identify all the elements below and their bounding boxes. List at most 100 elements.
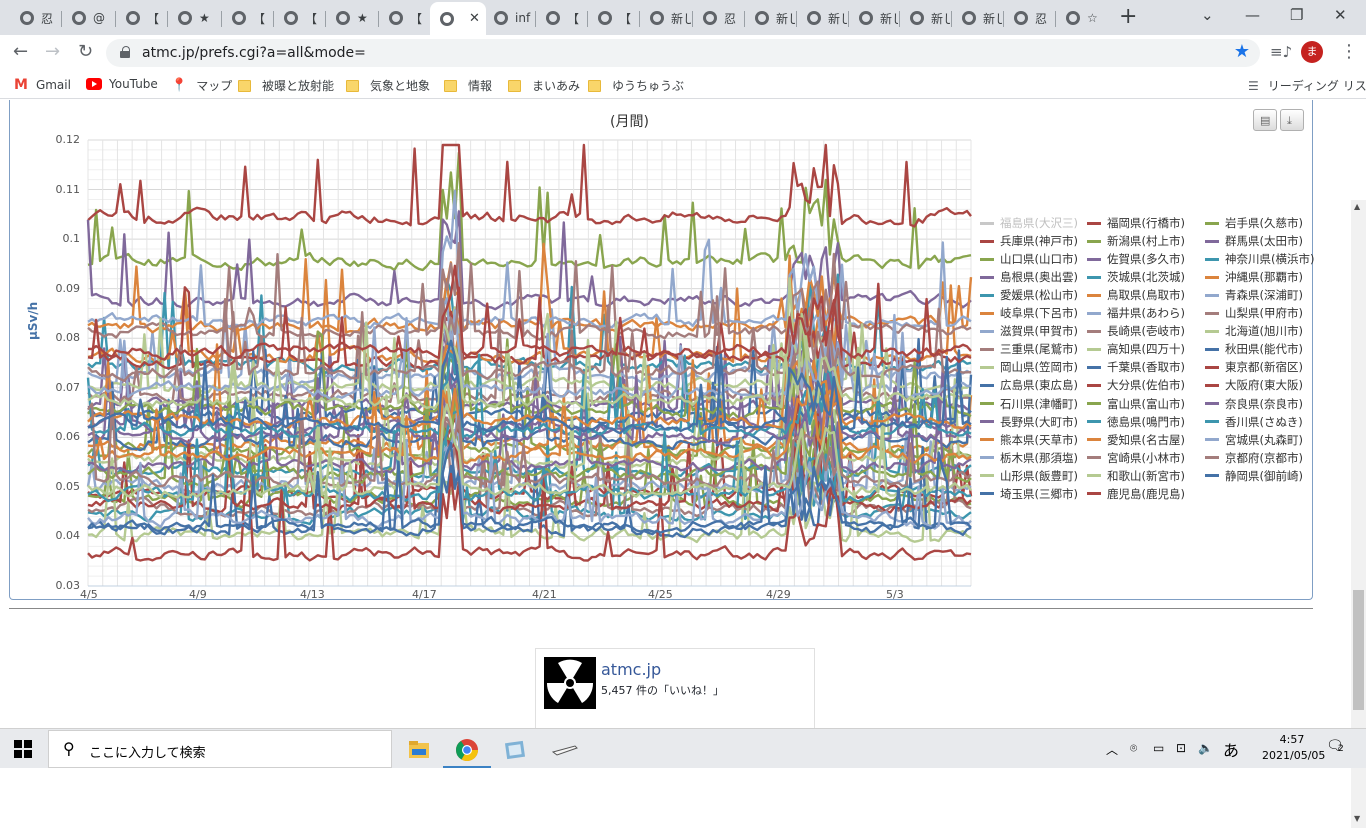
forward-button[interactable]: → — [45, 41, 60, 63]
legend-item[interactable]: 岡山県(笠岡市) — [980, 358, 1078, 376]
legend-item[interactable]: 山口県(山口市) — [980, 250, 1078, 268]
legend-item[interactable]: 山梨県(甲府市) — [1205, 304, 1303, 322]
taskbar-search[interactable]: ⚲ ここに入力して検索 — [48, 730, 392, 768]
legend-item[interactable]: 長野県(大町市) — [980, 413, 1078, 431]
bookmark-maps[interactable]: 📍 マップ — [171, 77, 232, 94]
legend-item[interactable]: 栃木県(那須塩) — [980, 449, 1078, 467]
legend-item[interactable]: 宮崎県(小林市) — [1087, 449, 1185, 467]
browser-tab[interactable]: 新しい — [952, 4, 1002, 32]
facebook-page-widget[interactable]: atmc.jp 5,457 件の「いいね！」 — [535, 648, 815, 728]
browser-tab[interactable]: 【 — [274, 4, 324, 32]
maximize-button[interactable]: ❐ — [1290, 6, 1303, 24]
scroll-down-arrow[interactable]: ▼ — [1354, 814, 1360, 823]
minimize-button[interactable]: — — [1245, 6, 1260, 24]
battery-icon[interactable]: ▭ — [1153, 741, 1164, 755]
profile-avatar[interactable]: ま — [1301, 41, 1323, 63]
legend-item[interactable]: 宮城県(丸森町) — [1205, 431, 1303, 449]
bookmark-folder-kisho[interactable]: 気象と地象 — [346, 77, 430, 94]
legend-item[interactable]: 福岡県(行橋市) — [1087, 214, 1185, 232]
network-icon[interactable]: ⊡ — [1176, 741, 1186, 755]
legend-item[interactable]: 群馬県(太田市) — [1205, 232, 1303, 250]
bookmark-folder-maiami[interactable]: まいあみ — [508, 77, 580, 94]
notepad-app[interactable] — [491, 734, 539, 768]
browser-tab[interactable]: inf — [484, 4, 534, 32]
legend-item[interactable]: 福井県(あわら) — [1087, 304, 1185, 322]
legend-item[interactable]: 神奈川県(横浜市) — [1205, 250, 1314, 268]
legend-item[interactable]: 大分県(佐伯市) — [1087, 376, 1185, 394]
browser-tab[interactable]: 【 — [116, 4, 166, 32]
legend-item[interactable]: 千葉県(香取市) — [1087, 358, 1185, 376]
legend-item[interactable]: 三重県(尾鷲市) — [980, 340, 1078, 358]
print-chart-button[interactable]: ▤ — [1253, 109, 1277, 131]
legend-item[interactable]: 徳島県(鳴門市) — [1087, 413, 1185, 431]
fb-page-name[interactable]: atmc.jp — [601, 660, 661, 679]
taskbar-clock[interactable]: 4:57 2021/05/05 — [1262, 732, 1325, 764]
scroll-thumb[interactable] — [1353, 590, 1364, 710]
legend-item[interactable]: 秋田県(能代市) — [1205, 340, 1303, 358]
bookmark-folder-youtube[interactable]: ゆうちゅうぶ — [588, 77, 684, 94]
legend-item[interactable]: 富山県(富山市) — [1087, 395, 1185, 413]
bookmark-youtube[interactable]: YouTube — [86, 77, 158, 91]
ime-indicator[interactable]: あ — [1223, 737, 1239, 761]
legend-item[interactable]: 兵庫県(神戸市) — [980, 232, 1078, 250]
legend-item[interactable]: 鳥取県(鳥取市) — [1087, 286, 1185, 304]
legend-item[interactable]: 佐賀県(多久市) — [1087, 250, 1185, 268]
bookmark-folder-hibaku[interactable]: 被曝と放射能 — [238, 77, 334, 94]
browser-tab[interactable]: 【 — [588, 4, 638, 32]
browser-tab[interactable]: 新しい — [900, 4, 950, 32]
windows-start-button[interactable] — [14, 740, 32, 758]
bookmark-star-icon[interactable]: ★ — [1234, 41, 1250, 62]
legend-item[interactable]: 青森県(深浦町) — [1205, 286, 1303, 304]
legend-item[interactable]: 東京都(新宿区) — [1205, 358, 1303, 376]
browser-tab[interactable]: ☆ — [1056, 4, 1108, 32]
legend-item[interactable]: 北海道(旭川市) — [1205, 322, 1303, 340]
address-bar[interactable]: atmc.jp/prefs.cgi?a=all&mode= ★ — [106, 39, 1260, 67]
browser-tab[interactable]: 【 — [379, 4, 428, 32]
browser-tab[interactable]: ★ — [326, 4, 377, 32]
reading-list-button[interactable]: ☰ リーディング リスト — [1248, 77, 1366, 94]
chrome-app[interactable] — [443, 734, 491, 768]
legend-item[interactable]: 静岡県(御前崎) — [1205, 467, 1303, 485]
new-tab-button[interactable]: + — [1119, 6, 1137, 28]
airplane-app[interactable] — [541, 734, 589, 768]
export-chart-button[interactable]: ⤓ — [1280, 109, 1304, 131]
browser-tab[interactable]: 新しい — [745, 4, 795, 32]
legend-item[interactable]: 滋賀県(甲賀市) — [980, 322, 1078, 340]
volume-icon[interactable]: 🔈 — [1198, 741, 1213, 755]
legend-item[interactable]: 岐阜県(下呂市) — [980, 304, 1078, 322]
legend-item[interactable]: 新潟県(村上市) — [1087, 232, 1185, 250]
legend-item[interactable]: 長崎県(壱岐市) — [1087, 322, 1185, 340]
legend-item[interactable]: 山形県(飯豊町) — [980, 467, 1078, 485]
browser-tab[interactable]: 忍 — [693, 4, 743, 32]
bookmark-folder-joho[interactable]: 情報 — [444, 77, 492, 94]
legend-item[interactable]: 島根県(奥出雲) — [980, 268, 1078, 286]
browser-tab[interactable]: 【 — [536, 4, 586, 32]
legend-item[interactable]: 熊本県(天草市) — [980, 431, 1078, 449]
legend-item[interactable]: 岩手県(久慈市) — [1205, 214, 1303, 232]
scroll-up-arrow[interactable]: ▲ — [1354, 202, 1360, 211]
browser-tab[interactable]: 忍 — [10, 4, 60, 32]
close-window-button[interactable]: ✕ — [1334, 6, 1347, 24]
browser-tab[interactable]: ✕ — [430, 2, 486, 35]
browser-tab[interactable]: 【 — [222, 4, 272, 32]
legend-item[interactable]: 高知県(四万十) — [1087, 340, 1185, 358]
menu-icon[interactable]: ⋮ — [1340, 41, 1358, 63]
legend-item[interactable]: 茨城県(北茨城) — [1087, 268, 1185, 286]
legend-item[interactable]: 和歌山(新宮市) — [1087, 467, 1185, 485]
tray-expand-icon[interactable]: ︿ — [1106, 741, 1118, 758]
legend-item[interactable]: 福島県(大沢三) — [980, 214, 1078, 232]
radiation-logo[interactable] — [544, 657, 596, 709]
legend-item[interactable]: 京都府(京都市) — [1205, 449, 1303, 467]
tab-close-icon[interactable]: ✕ — [469, 11, 480, 26]
meet-now-icon[interactable]: ⌾ — [1130, 741, 1137, 756]
back-button[interactable]: ← — [13, 41, 28, 63]
reload-button[interactable]: ↻ — [78, 41, 93, 63]
legend-item[interactable]: 大阪府(東大阪) — [1205, 376, 1303, 394]
browser-tab[interactable]: 新しい — [849, 4, 898, 32]
browser-tab[interactable]: ★ — [168, 4, 220, 32]
legend-item[interactable]: 広島県(東広島) — [980, 376, 1078, 394]
media-control-icon[interactable]: ≡♪ — [1270, 41, 1292, 63]
legend-item[interactable]: 沖縄県(那覇市) — [1205, 268, 1303, 286]
legend-item[interactable]: 愛媛県(松山市) — [980, 286, 1078, 304]
browser-tab[interactable]: 忍 — [1004, 4, 1054, 32]
